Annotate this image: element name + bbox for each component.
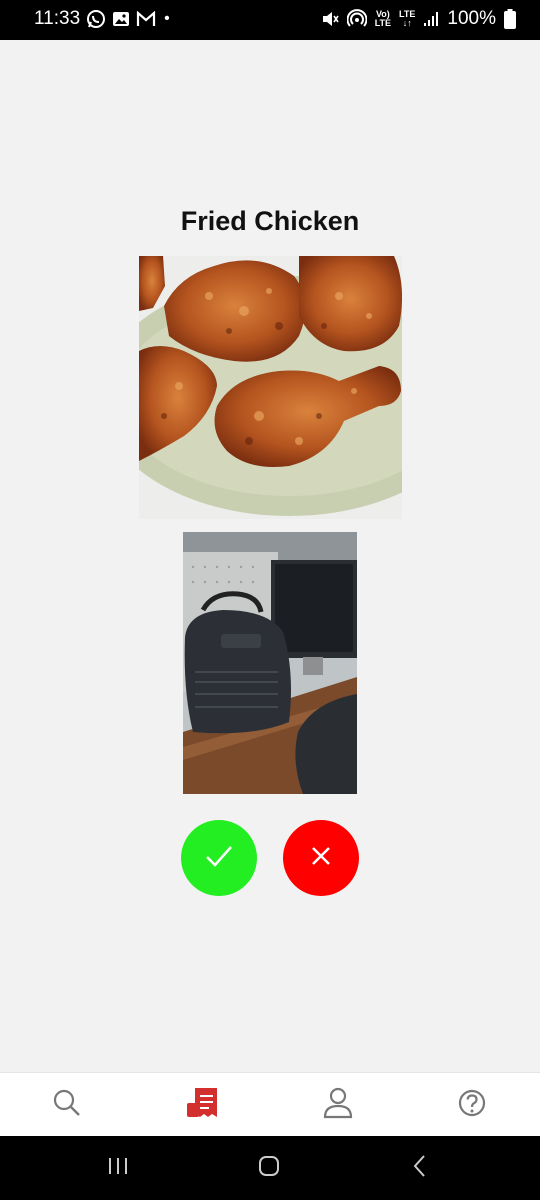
action-buttons (0, 820, 540, 896)
accept-button[interactable] (181, 820, 257, 896)
system-nav-bar (0, 1136, 540, 1200)
receipt-icon (185, 1087, 219, 1124)
dish-title: Fried Chicken (180, 206, 360, 236)
gallery-icon (112, 10, 130, 28)
bottom-nav (0, 1072, 540, 1137)
main-content: Fried Chicken (0, 40, 540, 1072)
recent-apps-icon (106, 1155, 130, 1182)
captured-photo (183, 532, 357, 794)
battery-icon (504, 9, 516, 29)
nav-receipts[interactable] (182, 1087, 222, 1123)
hotspot-icon (346, 9, 367, 29)
status-left: 11:33 • (34, 8, 170, 30)
gmail-icon (136, 11, 156, 27)
status-bar: 11:33 • Vo) LTE LTE ↓↑ 100% (0, 0, 540, 40)
home-icon (257, 1154, 281, 1183)
nav-profile[interactable] (318, 1087, 358, 1123)
help-icon (457, 1088, 487, 1123)
status-right: Vo) LTE LTE ↓↑ 100% (321, 8, 516, 30)
search-icon (52, 1088, 82, 1123)
nav-search[interactable] (47, 1087, 87, 1123)
check-icon (204, 841, 234, 876)
whatsapp-icon (86, 9, 106, 29)
lte-icon: LTE ↓↑ (399, 9, 416, 28)
nav-help[interactable] (452, 1087, 492, 1123)
recent-apps-button[interactable] (98, 1154, 138, 1182)
volte-icon: Vo) LTE (374, 9, 392, 28)
signal-icon (423, 11, 439, 27)
dish-image (139, 256, 402, 519)
back-button[interactable] (400, 1154, 440, 1182)
profile-icon (323, 1087, 353, 1124)
mute-icon (321, 10, 339, 28)
status-time: 11:33 (34, 8, 81, 29)
notification-dot-icon: • (164, 10, 170, 27)
close-icon (310, 845, 332, 872)
home-button[interactable] (249, 1154, 289, 1182)
reject-button[interactable] (283, 820, 359, 896)
battery-percent: 100% (447, 8, 496, 29)
back-icon (410, 1154, 430, 1183)
